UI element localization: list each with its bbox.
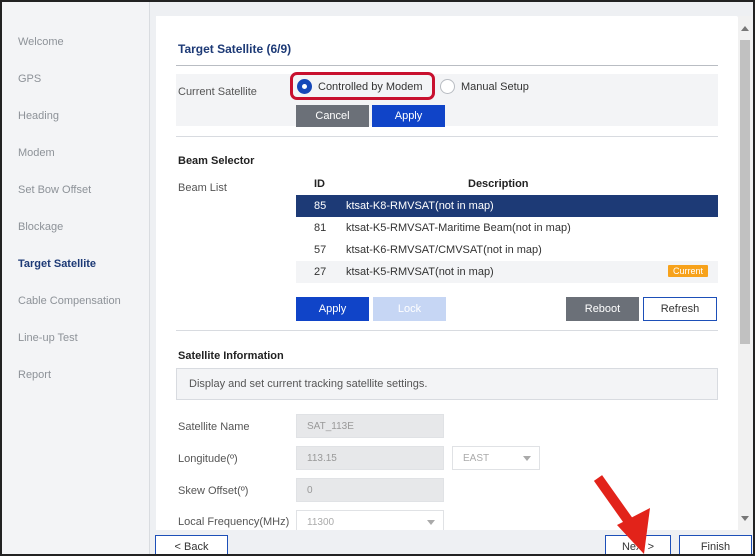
row-description: ktsat-K5-RMVSAT(not in map) xyxy=(346,266,494,278)
row-id: 85 xyxy=(314,200,327,212)
sidebar-item-cable-compensation[interactable]: Cable Compensation xyxy=(18,295,121,307)
highlight-annotation xyxy=(290,72,435,100)
radio-manual-setup-label: Manual Setup xyxy=(461,80,529,93)
title-divider xyxy=(176,65,718,66)
sidebar-item-target-satellite[interactable]: Target Satellite xyxy=(18,258,96,270)
apply-satellite-button[interactable]: Apply xyxy=(372,105,445,127)
sidebar-item-heading[interactable]: Heading xyxy=(18,110,59,122)
table-row[interactable]: 57 ktsat-K6-RMVSAT/CMVSAT(not in map) xyxy=(296,239,718,261)
sidebar: Welcome GPS Heading Modem Set Bow Offset… xyxy=(2,2,150,554)
divider xyxy=(176,136,718,137)
lock-button[interactable]: Lock xyxy=(373,297,446,321)
scroll-up-icon[interactable] xyxy=(741,26,749,31)
beam-selector-title: Beam Selector xyxy=(178,155,255,167)
sidebar-item-welcome[interactable]: Welcome xyxy=(18,36,64,48)
table-row[interactable]: 85 ktsat-K8-RMVSAT(not in map) xyxy=(296,195,718,217)
row-id: 27 xyxy=(314,266,327,278)
chevron-down-icon xyxy=(427,520,435,525)
scrollbar-thumb[interactable] xyxy=(740,40,750,344)
divider xyxy=(176,330,718,331)
content-panel: Target Satellite (6/9) Current Satellite… xyxy=(156,16,738,530)
sidebar-item-blockage[interactable]: Blockage xyxy=(18,221,63,233)
row-id: 57 xyxy=(314,244,327,256)
radio-manual-setup[interactable]: Manual Setup xyxy=(440,79,529,94)
table-row[interactable]: 27 ktsat-K5-RMVSAT(not in map) Current xyxy=(296,261,718,283)
current-satellite-label: Current Satellite xyxy=(178,86,257,98)
pointer-arrow-icon xyxy=(593,475,650,554)
sidebar-item-report[interactable]: Report xyxy=(18,369,51,381)
row-description: ktsat-K8-RMVSAT(not in map) xyxy=(346,200,494,212)
row-description: ktsat-K6-RMVSAT/CMVSAT(not in map) xyxy=(346,244,542,256)
row-id: 81 xyxy=(314,222,327,234)
local-frequency-value: 11300 xyxy=(307,517,335,528)
page-title: Target Satellite (6/9) xyxy=(178,42,292,56)
beam-list-label: Beam List xyxy=(178,182,227,194)
back-button[interactable]: < Back xyxy=(155,535,228,554)
longitude-direction-value: EAST xyxy=(463,453,490,464)
skew-offset-label: Skew Offset(º) xyxy=(178,485,249,497)
row-description: ktsat-K5-RMVSAT-Maritime Beam(not in map… xyxy=(346,222,571,234)
column-description: Description xyxy=(468,178,529,190)
cancel-button[interactable]: Cancel xyxy=(296,105,369,127)
satellite-info-description: Display and set current tracking satelli… xyxy=(176,368,718,400)
satellite-name-label: Satellite Name xyxy=(178,421,250,433)
app-window: Welcome GPS Heading Modem Set Bow Offset… xyxy=(0,0,755,556)
longitude-field[interactable]: 113.15 xyxy=(296,446,444,470)
satellite-name-field[interactable]: SAT_113E xyxy=(296,414,444,438)
current-badge: Current xyxy=(667,265,708,277)
local-frequency-label: Local Frequency(MHz) xyxy=(178,516,290,528)
sidebar-item-set-bow-offset[interactable]: Set Bow Offset xyxy=(18,184,91,196)
sidebar-item-line-up-test[interactable]: Line-up Test xyxy=(18,332,78,344)
apply-beam-button[interactable]: Apply xyxy=(296,297,369,321)
reboot-button[interactable]: Reboot xyxy=(566,297,639,321)
sidebar-item-gps[interactable]: GPS xyxy=(18,73,41,85)
refresh-button[interactable]: Refresh xyxy=(643,297,717,321)
column-id: ID xyxy=(314,178,325,190)
chevron-down-icon xyxy=(523,456,531,461)
local-frequency-select[interactable]: 11300 xyxy=(296,510,444,530)
table-row[interactable]: 81 ktsat-K5-RMVSAT-Maritime Beam(not in … xyxy=(296,217,718,239)
skew-offset-field[interactable]: 0 xyxy=(296,478,444,502)
longitude-label: Longitude(º) xyxy=(178,453,238,465)
sidebar-item-modem[interactable]: Modem xyxy=(18,147,55,159)
finish-button[interactable]: Finish xyxy=(679,535,752,554)
scroll-down-icon[interactable] xyxy=(741,516,749,521)
radio-unchecked-icon xyxy=(440,79,455,94)
satellite-info-title: Satellite Information xyxy=(178,350,284,362)
longitude-direction-select[interactable]: EAST xyxy=(452,446,540,470)
